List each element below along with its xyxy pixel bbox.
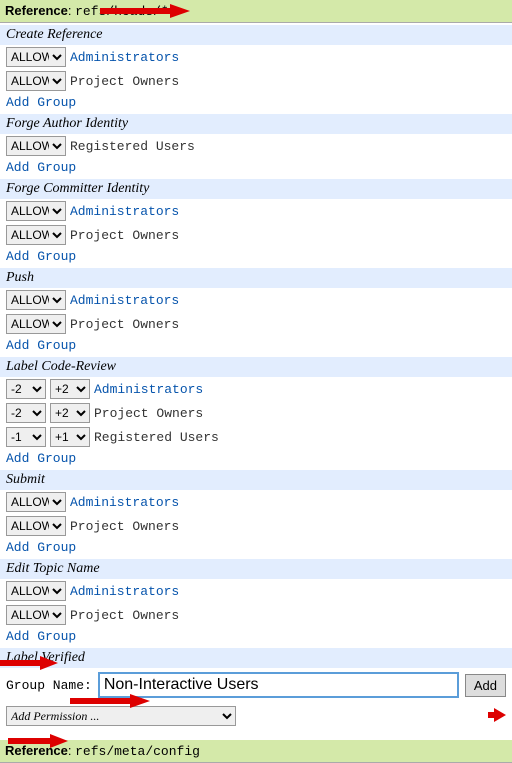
min-select[interactable]: -2 (6, 379, 46, 399)
section-edit-topic: Edit Topic Name (0, 559, 512, 579)
group-text: Registered Users (94, 430, 219, 445)
add-group-link[interactable]: Add Group (0, 336, 512, 355)
perm-row: ALLOW Administrators (0, 490, 512, 514)
group-text: Project Owners (70, 608, 179, 623)
perm-row: -2 +2 Administrators (0, 377, 512, 401)
perm-row: ALLOW Registered Users (0, 134, 512, 158)
perm-row: ALLOW Project Owners (0, 514, 512, 538)
perm-row: ALLOW Project Owners (0, 223, 512, 247)
group-link[interactable]: Administrators (70, 495, 179, 510)
allow-select[interactable]: ALLOW (6, 516, 66, 536)
allow-select[interactable]: ALLOW (6, 290, 66, 310)
add-group-link[interactable]: Add Group (0, 247, 512, 266)
group-link[interactable]: Administrators (94, 382, 203, 397)
add-group-link[interactable]: Add Group (0, 93, 512, 112)
reference-header-heads: Reference: refs/heads/* (0, 0, 512, 23)
allow-select[interactable]: ALLOW (6, 581, 66, 601)
min-select[interactable]: -2 (6, 403, 46, 423)
add-permission-row: Add Permission ... (0, 702, 512, 730)
allow-select[interactable]: ALLOW (6, 605, 66, 625)
add-group-link[interactable]: Add Group (0, 449, 512, 468)
group-link[interactable]: Administrators (70, 293, 179, 308)
group-text: Project Owners (70, 74, 179, 89)
allow-select[interactable]: ALLOW (6, 201, 66, 221)
allow-select[interactable]: ALLOW (6, 47, 66, 67)
add-permission-select[interactable]: Add Permission ... (6, 706, 236, 726)
perm-row: ALLOW Administrators (0, 288, 512, 312)
reference-label: Reference (5, 3, 68, 18)
reference-value: refs/meta/config (75, 744, 200, 759)
annotation-arrow (488, 708, 506, 722)
section-forge-author: Forge Author Identity (0, 114, 512, 134)
reference-label: Reference (5, 743, 68, 758)
add-group-link[interactable]: Add Group (0, 538, 512, 557)
min-select[interactable]: -1 (6, 427, 46, 447)
section-forge-committer: Forge Committer Identity (0, 179, 512, 199)
allow-select[interactable]: ALLOW (6, 314, 66, 334)
perm-row: ALLOW Project Owners (0, 312, 512, 336)
add-group-link[interactable]: Add Group (0, 158, 512, 177)
perm-row: -1 +1 Registered Users (0, 425, 512, 449)
allow-select[interactable]: ALLOW (6, 225, 66, 245)
max-select[interactable]: +2 (50, 403, 90, 423)
section-create-reference: Create Reference (0, 25, 512, 45)
allow-select[interactable]: ALLOW (6, 71, 66, 91)
add-group-link[interactable]: Add Group (0, 627, 512, 646)
group-text: Project Owners (94, 406, 203, 421)
section-label-verified: Label Verified (0, 648, 512, 668)
allow-select[interactable]: ALLOW (6, 136, 66, 156)
group-name-label: Group Name: (6, 678, 92, 693)
max-select[interactable]: +2 (50, 379, 90, 399)
perm-row: -2 +2 Project Owners (0, 401, 512, 425)
group-name-row: Group Name: Add (0, 668, 512, 702)
reference-header-meta: Reference: refs/meta/config (0, 740, 512, 763)
perm-row: ALLOW Administrators (0, 199, 512, 223)
group-text: Registered Users (70, 139, 195, 154)
perm-row: ALLOW Administrators (0, 579, 512, 603)
section-submit: Submit (0, 470, 512, 490)
group-text: Project Owners (70, 519, 179, 534)
group-text: Project Owners (70, 228, 179, 243)
group-text: Project Owners (70, 317, 179, 332)
group-name-input[interactable] (98, 672, 459, 698)
group-link[interactable]: Administrators (70, 50, 179, 65)
group-link[interactable]: Administrators (70, 204, 179, 219)
allow-select[interactable]: ALLOW (6, 492, 66, 512)
reference-value: refs/heads/* (75, 4, 169, 19)
group-link[interactable]: Administrators (70, 584, 179, 599)
max-select[interactable]: +1 (50, 427, 90, 447)
section-label-code-review: Label Code-Review (0, 357, 512, 377)
perm-row: ALLOW Administrators (0, 45, 512, 69)
section-push: Push (0, 268, 512, 288)
add-button[interactable]: Add (465, 674, 506, 697)
perm-row: ALLOW Project Owners (0, 69, 512, 93)
